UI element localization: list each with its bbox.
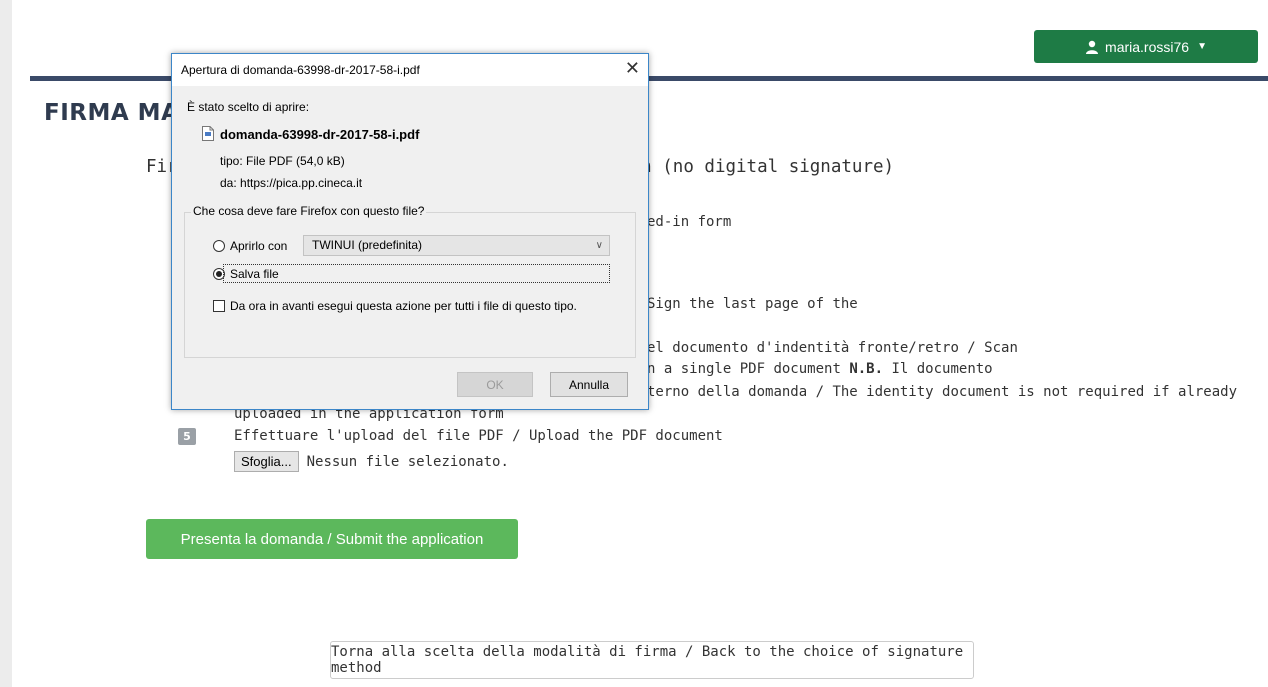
action-question: Che cosa deve fare Firefox con questo fi…	[191, 204, 427, 218]
user-menu-button[interactable]: maria.rossi76 ▼	[1034, 30, 1258, 63]
file-type-line: tipo: File PDF (54,0 kB)	[220, 154, 345, 168]
username-label: maria.rossi76	[1105, 38, 1190, 55]
pdf-file-icon	[202, 126, 214, 141]
chosen-to-open-label: È stato scelto di aprire:	[187, 100, 310, 114]
open-with-label[interactable]: Aprirlo con	[230, 239, 287, 253]
file-type-label: tipo:	[220, 154, 243, 168]
dialog-titlebar: Apertura di domanda-63998-dr-2017-58-i.p…	[172, 54, 648, 86]
step-5-text: Effettuare l'upload del file PDF / Uploa…	[234, 428, 723, 444]
file-upload-row: Sfoglia... Nessun file selezionato.	[234, 451, 509, 472]
file-source-line: da: https://pica.pp.cineca.it	[220, 176, 362, 190]
action-group-box: Che cosa deve fare Firefox con questo fi…	[184, 204, 636, 358]
open-file-dialog: Apertura di domanda-63998-dr-2017-58-i.p…	[171, 53, 649, 410]
open-with-app-select[interactable]: TWINUI (predefinita) ∨	[303, 235, 610, 256]
open-with-app-value: TWINUI (predefinita)	[312, 238, 423, 252]
submit-application-button[interactable]: Presenta la domanda / Submit the applica…	[146, 519, 518, 559]
close-icon[interactable]: ✕	[625, 58, 640, 79]
step-5-badge: 5	[178, 428, 196, 445]
back-to-signature-choice-button[interactable]: Torna alla scelta della modalità di firm…	[330, 641, 974, 679]
file-source-label: da:	[220, 176, 237, 190]
save-file-focus-outline	[223, 264, 610, 283]
dialog-title: Apertura di domanda-63998-dr-2017-58-i.p…	[181, 63, 420, 77]
step-4-nb: N.B.	[849, 361, 884, 377]
browse-button[interactable]: Sfoglia...	[234, 451, 299, 472]
chevron-down-icon: ∨	[595, 240, 603, 251]
user-icon	[1086, 40, 1099, 54]
dialog-file-name: domanda-63998-dr-2017-58-i.pdf	[220, 127, 420, 142]
ok-button[interactable]: OK	[457, 372, 533, 397]
caret-down-icon: ▼	[1197, 41, 1207, 52]
file-type-value: File PDF (54,0 kB)	[246, 154, 345, 168]
step-4-line-2b: Il documento	[883, 361, 993, 377]
left-gutter	[0, 0, 12, 687]
cancel-button[interactable]: Annulla	[550, 372, 628, 397]
open-with-radio[interactable]	[213, 240, 225, 252]
no-file-selected-text: Nessun file selezionato.	[306, 453, 509, 470]
file-source-value: https://pica.pp.cineca.it	[240, 176, 363, 190]
remember-choice-label[interactable]: Da ora in avanti esegui questa azione pe…	[230, 299, 577, 313]
remember-choice-checkbox[interactable]	[213, 300, 225, 312]
save-file-label[interactable]: Salva file	[230, 267, 279, 281]
